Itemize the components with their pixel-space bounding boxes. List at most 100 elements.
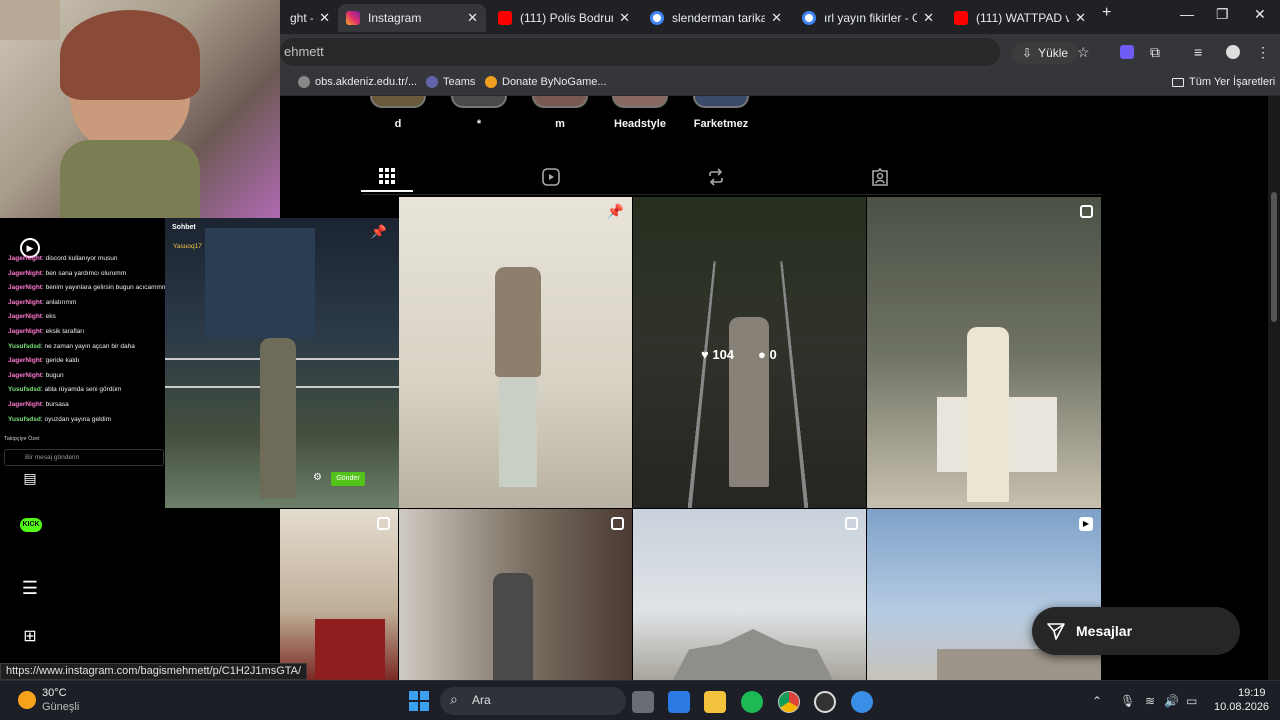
chat-message: Yusufsdsd: abla rüyamda seni gördüm xyxy=(8,386,122,394)
post-thumbnail[interactable] xyxy=(280,509,398,680)
close-tab-icon[interactable]: ✕ xyxy=(467,10,478,26)
close-window-button[interactable]: ✕ xyxy=(1254,6,1266,23)
tab-reels[interactable] xyxy=(525,162,577,192)
file-explorer-icon[interactable] xyxy=(704,691,726,713)
streamer-hair xyxy=(60,10,200,100)
chat-username[interactable]: JagerNight xyxy=(8,284,42,291)
app-icon[interactable] xyxy=(851,691,873,713)
story-highlight[interactable]: * xyxy=(444,96,514,130)
media-control-icon[interactable]: ≡ xyxy=(1194,44,1202,60)
wifi-icon[interactable]: ≋ xyxy=(1145,694,1155,708)
search-placeholder: Ara xyxy=(472,693,491,707)
person-figure xyxy=(493,573,533,680)
close-tab-icon[interactable]: ✕ xyxy=(319,10,330,26)
extensions-puzzle-icon[interactable]: ⧉ xyxy=(1150,44,1160,61)
minimize-button[interactable]: — xyxy=(1180,6,1194,22)
stats-icon[interactable]: ▤ xyxy=(20,470,40,490)
chat-message: JagerNight: benim yayınlara gelirsin bug… xyxy=(0,281,165,296)
story-highlight[interactable]: Farketmez xyxy=(686,96,756,130)
tab-youtube-2[interactable]: (111) WATTPAD ve P ✕ xyxy=(946,4,1094,32)
highlight-cover xyxy=(612,96,668,108)
tab-youtube-1[interactable]: (111) Polis Bodrum K ✕ xyxy=(490,4,638,32)
tab-posts[interactable] xyxy=(361,162,413,192)
tab-google-2[interactable]: ırl yayın fikirler - Goo ✕ xyxy=(794,4,942,32)
chat-username[interactable]: JagerNight xyxy=(8,270,42,277)
clock-date[interactable]: 10.08.2026 xyxy=(1214,701,1269,713)
pinned-user: Yasuoq17 xyxy=(173,243,202,250)
volume-icon[interactable]: 🔊 xyxy=(1164,694,1179,708)
address-bar[interactable]: ehmett xyxy=(280,38,1000,66)
tab-instagram[interactable]: Instagram ✕ xyxy=(338,4,486,32)
all-bookmarks[interactable]: Tüm Yer İşaretleri xyxy=(1172,76,1275,88)
bookmark-obs[interactable]: obs.akdeniz.edu.tr/... xyxy=(298,76,417,88)
chat-text: benim yayınlara gelirsin bugun acıcammm … xyxy=(45,284,165,292)
close-tab-icon[interactable]: ✕ xyxy=(619,10,630,26)
bookmark-donate[interactable]: Donate ByNoGame... xyxy=(485,76,607,88)
chat-username[interactable]: JagerNight xyxy=(8,255,42,262)
menu-kebab-icon[interactable]: ⋮ xyxy=(1256,44,1270,61)
tray-chevron-icon[interactable]: ⌃ xyxy=(1092,694,1102,708)
teams-icon xyxy=(426,76,438,88)
chat-username[interactable]: JagerNight xyxy=(8,328,42,335)
chat-username[interactable]: Yusufsdsd xyxy=(8,343,41,350)
install-app-button[interactable]: ⇩ Yükle xyxy=(1012,42,1079,64)
tab-tagged[interactable] xyxy=(854,162,906,192)
taskbar-search[interactable]: ⌕ Ara xyxy=(440,687,626,715)
maximize-button[interactable]: ❐ xyxy=(1216,6,1229,23)
chat-title: Sohbet xyxy=(172,224,196,231)
post-thumbnail[interactable]: ♥ 104 ● 0 xyxy=(633,197,866,508)
battery-icon[interactable]: ▭ xyxy=(1186,694,1197,708)
story-highlight[interactable]: d xyxy=(363,96,433,130)
obs-icon[interactable] xyxy=(814,691,836,713)
story-highlight[interactable]: Headstyle xyxy=(605,96,675,130)
google-favicon-icon xyxy=(802,11,816,25)
chat-username[interactable]: Yusufsdsd xyxy=(8,416,41,423)
person-figure xyxy=(495,267,541,377)
chat-username[interactable]: JagerNight xyxy=(8,313,42,320)
task-view-icon[interactable] xyxy=(632,691,654,713)
messages-label: Mesajlar xyxy=(1076,623,1133,639)
apps-grid-icon[interactable]: ⊞ xyxy=(20,626,40,646)
story-highlight[interactable]: m xyxy=(525,96,595,130)
chat-input[interactable]: Bir mesaj gönderin xyxy=(4,449,164,466)
close-tab-icon[interactable]: ✕ xyxy=(771,10,782,26)
messages-button[interactable]: Mesajlar xyxy=(1032,607,1240,655)
new-tab-button[interactable]: + xyxy=(1102,4,1111,22)
chat-username[interactable]: JagerNight xyxy=(8,299,42,306)
chat-username[interactable]: JagerNight xyxy=(8,357,42,364)
chat-text: eks xyxy=(45,313,56,321)
chat-log: JagerNight: discord kullanıyor musun Jage… xyxy=(0,252,165,427)
bookmark-teams[interactable]: Teams xyxy=(426,76,475,88)
chat-username[interactable]: Yusufsdsd xyxy=(8,386,41,393)
tab-0[interactable]: ght - V ✕ xyxy=(282,4,338,32)
post-thumbnail[interactable] xyxy=(633,509,866,680)
tab-reposts[interactable] xyxy=(690,162,742,192)
tab-google-1[interactable]: slenderman tarikatı r ✕ xyxy=(642,4,790,32)
microphone-icon[interactable]: 🎙 xyxy=(1120,694,1135,708)
chrome-icon[interactable] xyxy=(778,691,800,713)
post-thumbnail[interactable] xyxy=(867,197,1101,508)
settings-gear-icon[interactable]: ⚙ xyxy=(313,472,322,483)
send-button[interactable]: Gönder xyxy=(331,472,365,486)
tab-title: ırl yayın fikirler - Goo xyxy=(824,11,918,25)
chat-username[interactable]: JagerNight xyxy=(8,372,42,379)
profile-avatar[interactable] xyxy=(1226,45,1240,59)
close-tab-icon[interactable]: ✕ xyxy=(1075,10,1086,26)
carousel-icon xyxy=(611,517,624,530)
extension-shield-icon[interactable] xyxy=(1120,45,1134,59)
carousel-icon xyxy=(845,517,858,530)
clock-time[interactable]: 19:19 xyxy=(1238,687,1266,699)
bookmark-star-icon[interactable]: ☆ xyxy=(1077,44,1090,61)
kick-logo-icon[interactable]: KICK xyxy=(20,518,42,532)
menu-hamburger-icon[interactable]: ☰ xyxy=(20,578,40,598)
windows-start-icon[interactable] xyxy=(408,690,430,712)
post-thumbnail[interactable] xyxy=(399,509,632,680)
post-thumbnail[interactable]: 📌 xyxy=(399,197,632,508)
scrollbar-thumb[interactable] xyxy=(1271,192,1277,322)
page-scrollbar[interactable] xyxy=(1268,96,1280,680)
close-tab-icon[interactable]: ✕ xyxy=(923,10,934,26)
spotify-icon[interactable] xyxy=(741,691,763,713)
chat-username[interactable]: JagerNight xyxy=(8,401,42,408)
store-icon[interactable] xyxy=(668,691,690,713)
mosque-silhouette xyxy=(673,629,833,680)
